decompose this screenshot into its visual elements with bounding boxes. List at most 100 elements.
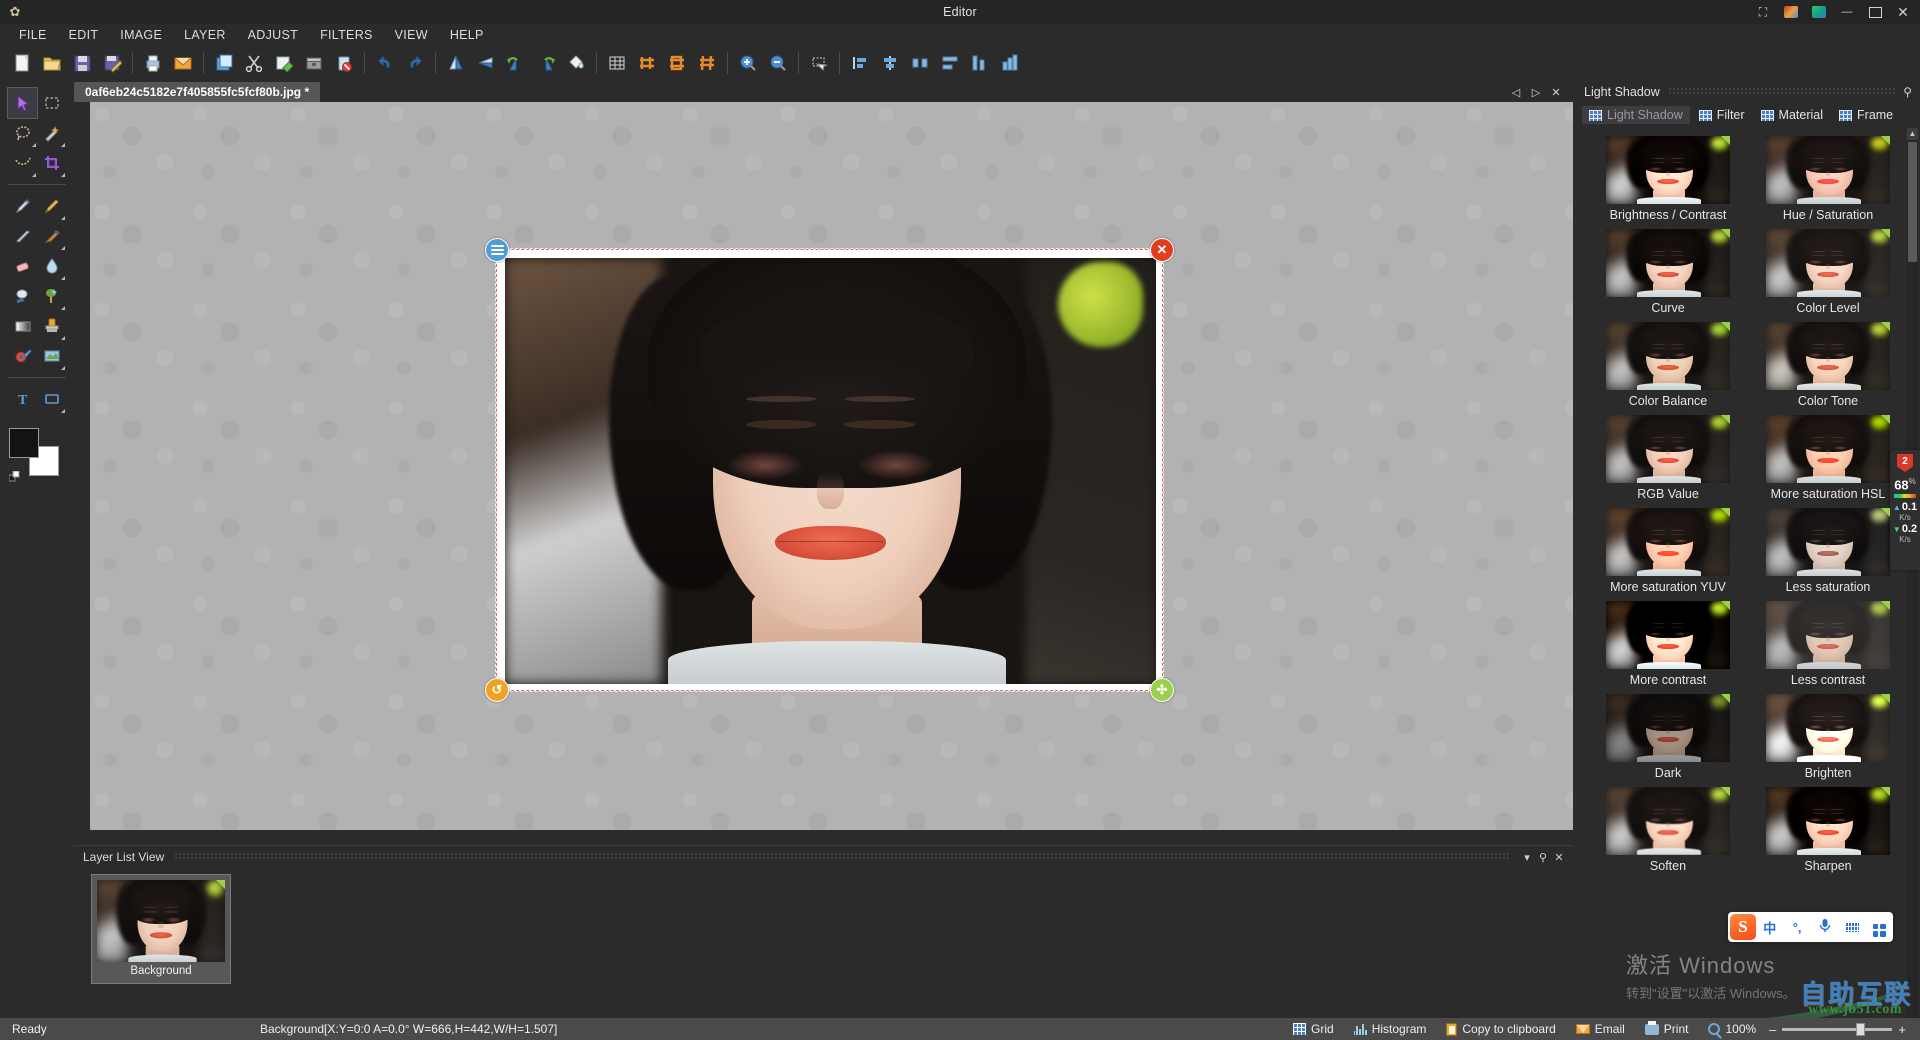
effect-item[interactable]: More contrast [1588, 601, 1748, 687]
distribute-icon-3[interactable] [965, 49, 995, 77]
color-picker-swatch[interactable] [8, 428, 67, 482]
transform-orange-icon-1[interactable] [632, 49, 662, 77]
reset-colors-icon[interactable] [8, 470, 21, 482]
open-folder-icon[interactable] [37, 49, 67, 77]
eraser-tool[interactable] [8, 251, 37, 281]
cut-scissors-icon[interactable] [239, 49, 269, 77]
lasso-tool[interactable] [8, 118, 37, 148]
close-button[interactable]: ✕ [1890, 1, 1916, 23]
effects-scrollbar[interactable]: ▲ [1907, 128, 1918, 1028]
minimize-button[interactable]: — [1834, 1, 1860, 23]
app-icon-2[interactable] [1806, 1, 1832, 23]
effect-item[interactable]: Less saturation [1748, 508, 1908, 594]
close-selection-handle[interactable]: ✕ [1150, 238, 1174, 262]
layer-list-item[interactable]: Background [91, 874, 231, 984]
effect-item[interactable]: Color Balance [1588, 322, 1748, 408]
effect-item[interactable]: RGB Value [1588, 415, 1748, 501]
airbrush-tool[interactable] [37, 221, 66, 251]
print-icon[interactable] [138, 49, 168, 77]
menu-layer[interactable]: LAYER [173, 26, 237, 44]
zoom-out-icon[interactable] [763, 49, 793, 77]
zoom-slider-knob[interactable] [1856, 1022, 1866, 1036]
app-icon-1[interactable] [1778, 1, 1804, 23]
zoom-slider[interactable]: – + [1769, 1022, 1910, 1037]
effect-item[interactable]: Brightness / Contrast [1588, 136, 1748, 222]
ime-toolbar[interactable]: S 中 °, [1728, 912, 1893, 942]
rect-select-tool[interactable] [37, 88, 66, 118]
zoom-in-button[interactable]: + [1898, 1022, 1906, 1037]
menu-adjust[interactable]: ADJUST [237, 26, 309, 44]
effect-item[interactable]: Curve [1588, 229, 1748, 315]
free-select-tool[interactable] [8, 148, 37, 178]
foreground-color-swatch[interactable] [9, 428, 39, 458]
undo-icon[interactable] [370, 49, 400, 77]
tab-prev-button[interactable]: ◁ [1509, 86, 1523, 99]
flip-vertical-icon[interactable] [441, 49, 471, 77]
fill-bucket-icon[interactable] [561, 49, 591, 77]
zoom-out-button[interactable]: – [1769, 1022, 1776, 1037]
effect-thumbnail[interactable] [1766, 508, 1890, 576]
align-center-icon[interactable] [875, 49, 905, 77]
effect-thumbnail[interactable] [1766, 601, 1890, 669]
effect-thumbnail[interactable] [1766, 322, 1890, 390]
menu-help[interactable]: HELP [439, 26, 495, 44]
transform-orange-icon-3[interactable] [692, 49, 722, 77]
effect-thumbnail[interactable] [1766, 136, 1890, 204]
save-icon[interactable] [67, 49, 97, 77]
flip-horizontal-icon[interactable] [471, 49, 501, 77]
color-picker-tool[interactable] [8, 341, 37, 371]
effect-thumbnail[interactable] [1606, 322, 1730, 390]
archive-icon[interactable] [299, 49, 329, 77]
rotate-handle[interactable]: ↺ [485, 678, 509, 702]
notification-badge[interactable]: 2 [1897, 454, 1913, 472]
effect-item[interactable]: Less contrast [1748, 601, 1908, 687]
pin-icon[interactable]: ⚲ [1903, 85, 1912, 99]
water-drop-tool[interactable] [37, 251, 66, 281]
scale-handle[interactable]: ✣ [1150, 678, 1174, 702]
status-email-button[interactable]: Email [1569, 1021, 1632, 1037]
status-grid-button[interactable]: Grid [1286, 1021, 1341, 1037]
apps-grid-icon[interactable] [1866, 917, 1893, 937]
grid-icon[interactable] [602, 49, 632, 77]
paste-icon[interactable] [269, 49, 299, 77]
network-speed-widget[interactable]: 2 68% ▲ 0.1 K/s ▼ 0.2 K/s [1890, 450, 1920, 570]
tab-close-button[interactable]: ✕ [1549, 86, 1563, 99]
layer-panel-close-button[interactable]: ✕ [1551, 851, 1567, 864]
distribute-icon-1[interactable] [905, 49, 935, 77]
distribute-icon-4[interactable] [995, 49, 1025, 77]
save-as-icon[interactable] [97, 49, 127, 77]
status-histogram-button[interactable]: Histogram [1347, 1021, 1434, 1037]
keyboard-icon[interactable] [1838, 920, 1865, 935]
crop-tool[interactable] [37, 148, 66, 178]
menu-edit[interactable]: EDIT [58, 26, 110, 44]
move-tool[interactable] [7, 87, 38, 119]
ime-punctuation-toggle[interactable]: °, [1783, 920, 1810, 935]
transform-orange-icon-2[interactable] [662, 49, 692, 77]
maximize-button[interactable] [1862, 1, 1888, 23]
menu-image[interactable]: IMAGE [109, 26, 173, 44]
status-print-button[interactable]: Print [1638, 1020, 1696, 1037]
effect-thumbnail[interactable] [1606, 508, 1730, 576]
select-rect-icon[interactable] [804, 49, 834, 77]
expand-icon[interactable]: ⛶ [1750, 1, 1776, 23]
effect-thumbnail[interactable] [1606, 787, 1730, 855]
texture-tool[interactable] [37, 341, 66, 371]
microphone-icon[interactable] [1811, 918, 1838, 936]
status-copy-clipboard-button[interactable]: Copy to clipboard [1439, 1021, 1562, 1037]
shape-tool[interactable] [37, 384, 66, 414]
smudge-tool[interactable] [8, 281, 37, 311]
effect-thumbnail[interactable] [1606, 136, 1730, 204]
ime-language-toggle[interactable]: 中 [1756, 918, 1783, 937]
effect-item[interactable]: Color Level [1748, 229, 1908, 315]
pencil-tool[interactable] [37, 191, 66, 221]
effect-item[interactable]: More saturation HSL [1748, 415, 1908, 501]
sogou-logo-icon[interactable]: S [1730, 914, 1756, 940]
effect-thumbnail[interactable] [1606, 601, 1730, 669]
effects-scrollbar-thumb[interactable] [1908, 142, 1917, 262]
copy-layer-icon[interactable] [209, 49, 239, 77]
clone-stamp-tool[interactable] [37, 311, 66, 341]
brush-tool[interactable] [8, 221, 37, 251]
delete-icon[interactable] [329, 49, 359, 77]
effect-thumbnail[interactable] [1606, 229, 1730, 297]
rotate-left-icon[interactable] [501, 49, 531, 77]
